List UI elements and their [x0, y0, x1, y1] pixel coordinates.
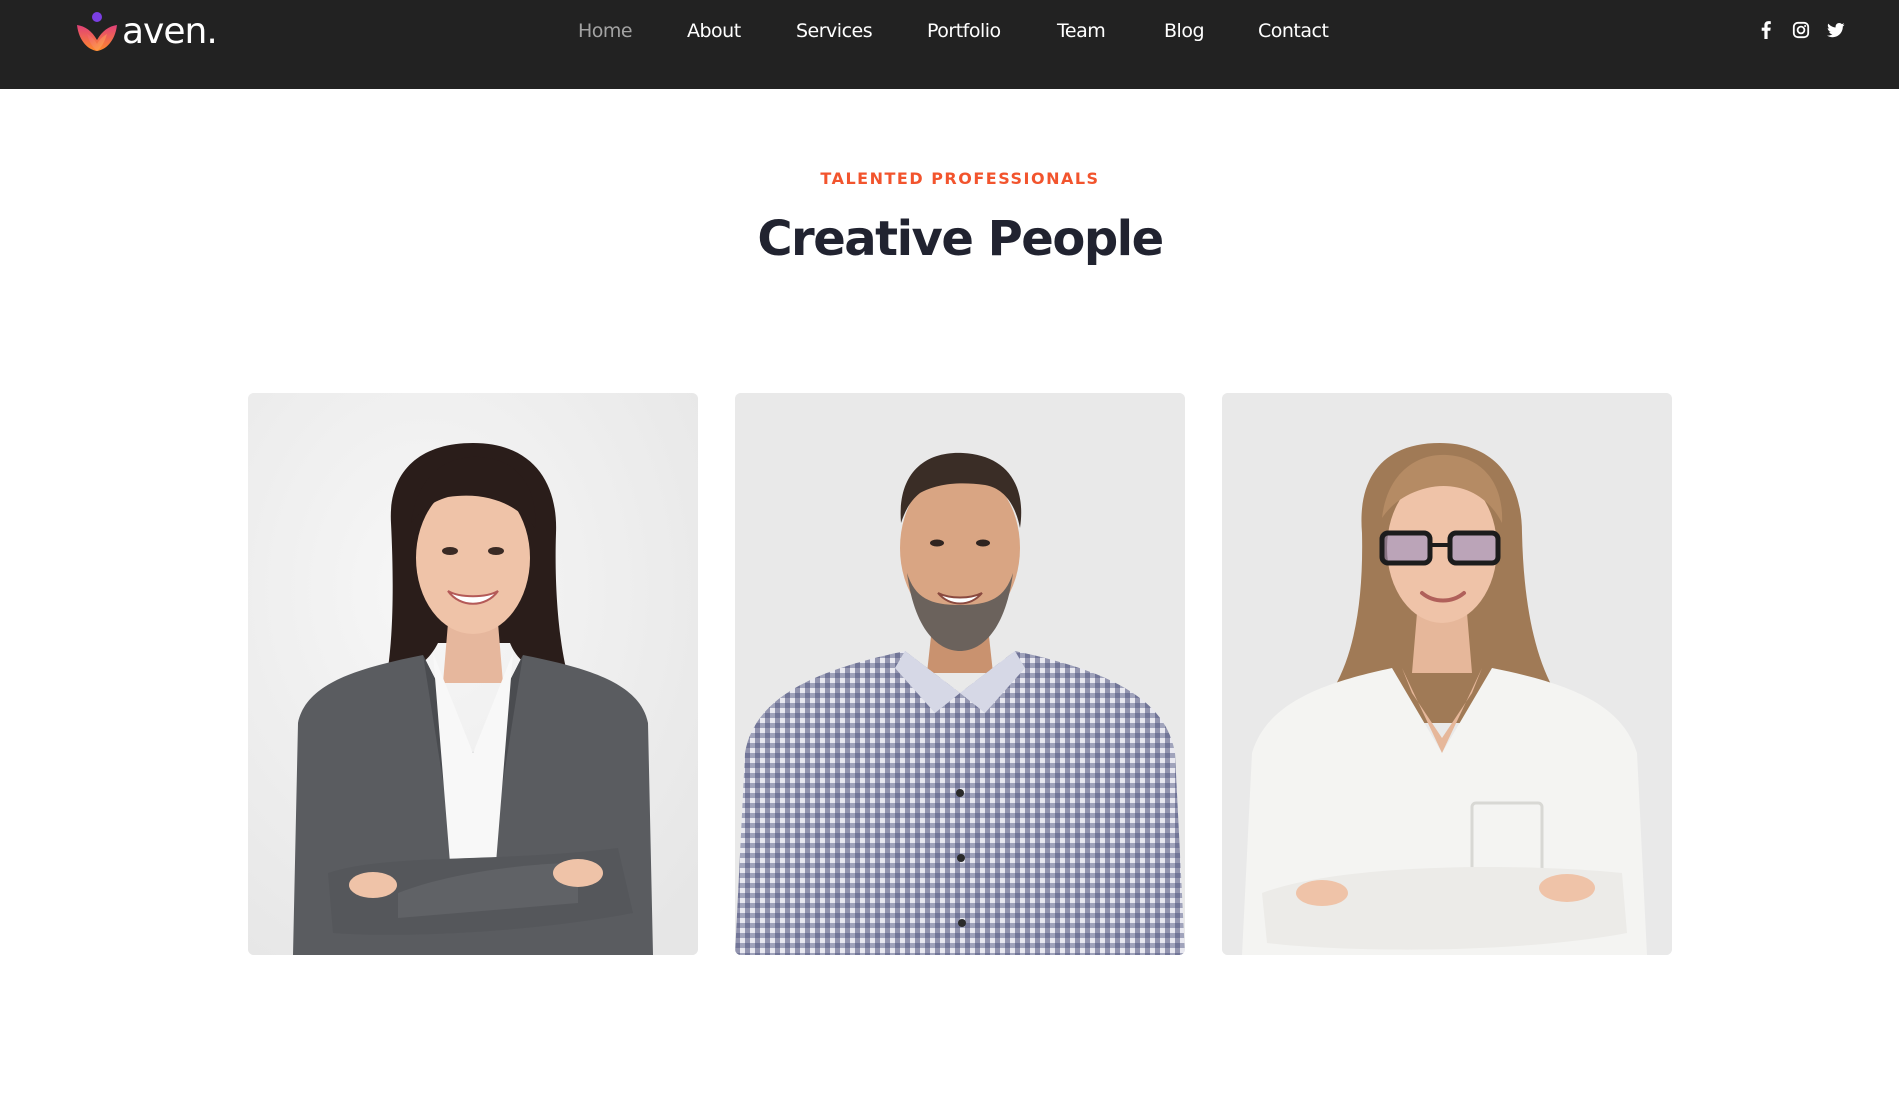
man-beard-checked-shirt-photo: [735, 393, 1185, 955]
section-title: Creative People: [757, 211, 1164, 267]
instagram-icon: [1792, 21, 1810, 39]
twitter-link[interactable]: [1827, 20, 1845, 40]
site-header: aven. Home About Services Portfolio Team…: [0, 0, 1899, 89]
team-member-card[interactable]: [735, 393, 1185, 955]
nav-contact[interactable]: Contact: [1258, 18, 1329, 44]
facebook-link[interactable]: [1757, 20, 1775, 40]
woman-glasses-white-blouse-photo: [1222, 393, 1672, 955]
social-links: [1757, 20, 1845, 40]
nav-services[interactable]: Services: [796, 18, 873, 44]
instagram-link[interactable]: [1792, 20, 1810, 40]
team-member-card[interactable]: [248, 393, 698, 955]
section-eyebrow: TALENTED PROFESSIONALS: [820, 169, 1100, 188]
twitter-icon: [1827, 23, 1845, 38]
main-nav: Home About Services Portfolio Team Blog …: [0, 18, 1899, 44]
nav-blog[interactable]: Blog: [1164, 18, 1205, 44]
nav-about[interactable]: About: [687, 18, 741, 44]
woman-dark-bob-grey-blazer-photo: [248, 393, 698, 955]
nav-team[interactable]: Team: [1057, 18, 1106, 44]
nav-home[interactable]: Home: [578, 18, 633, 44]
team-member-card[interactable]: [1222, 393, 1672, 955]
facebook-icon: [1761, 21, 1771, 39]
nav-portfolio[interactable]: Portfolio: [927, 18, 1001, 44]
